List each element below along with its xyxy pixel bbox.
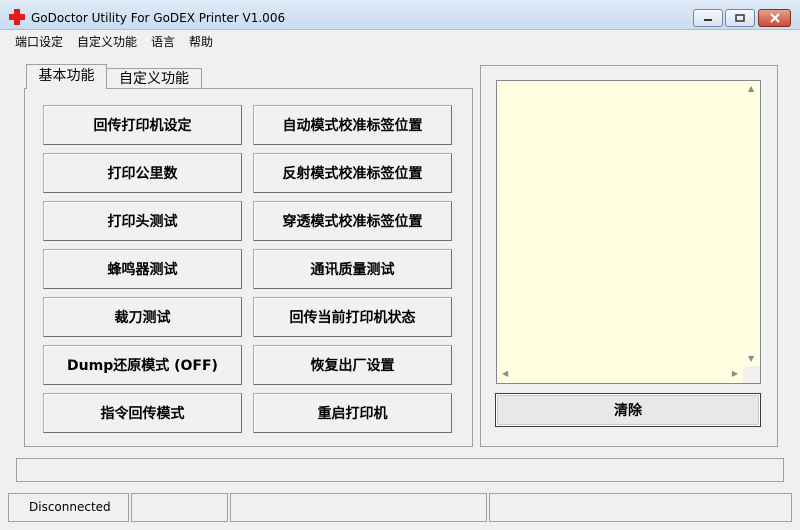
- title-bar: GoDoctor Utility For GoDEX Printer V1.00…: [0, 0, 800, 30]
- scroll-up-icon[interactable]: ▲: [748, 84, 754, 93]
- status-cell-4: [489, 493, 792, 522]
- printhead-test-button[interactable]: 打印头测试: [43, 201, 242, 241]
- command-echo-mode-button[interactable]: 指令回传模式: [43, 393, 242, 433]
- close-button[interactable]: [758, 9, 791, 27]
- minimize-button[interactable]: [693, 9, 723, 27]
- menu-port-settings[interactable]: 端口设定: [15, 33, 63, 50]
- auto-calibrate-button[interactable]: 自动模式校准标签位置: [253, 105, 452, 145]
- status-cell-2: [131, 493, 228, 522]
- buzzer-test-button[interactable]: 蜂鸣器测试: [43, 249, 242, 289]
- factory-reset-button[interactable]: 恢复出厂设置: [253, 345, 452, 385]
- scrollbar-corner: [743, 366, 760, 383]
- minimize-icon: [704, 19, 712, 21]
- scroll-left-icon[interactable]: ◀: [502, 369, 508, 378]
- vertical-scrollbar[interactable]: ▲ ▼: [743, 81, 760, 366]
- red-cross-icon: [9, 9, 25, 25]
- log-output[interactable]: ▲ ▼ ◀ ▶: [496, 80, 761, 384]
- restart-printer-button[interactable]: 重启打印机: [253, 393, 452, 433]
- cutter-test-button[interactable]: 裁刀测试: [43, 297, 242, 337]
- menu-custom-functions[interactable]: 自定义功能: [77, 33, 137, 50]
- window-title: GoDoctor Utility For GoDEX Printer V1.00…: [31, 11, 286, 25]
- clear-button[interactable]: 清除: [495, 393, 761, 427]
- tab-custom-functions[interactable]: 自定义功能: [106, 68, 202, 90]
- dump-mode-button[interactable]: Dump还原模式 (OFF): [43, 345, 242, 385]
- menu-help[interactable]: 帮助: [189, 33, 213, 50]
- maximize-icon: [735, 14, 745, 22]
- printer-status-button[interactable]: 回传当前打印机状态: [253, 297, 452, 337]
- menu-language[interactable]: 语言: [151, 33, 175, 50]
- read-printer-settings-button[interactable]: 回传打印机设定: [43, 105, 242, 145]
- info-bar: [16, 458, 784, 482]
- tab-basic-functions[interactable]: 基本功能: [26, 64, 107, 89]
- transmissive-calibrate-button[interactable]: 穿透模式校准标签位置: [253, 201, 452, 241]
- maximize-button[interactable]: [725, 9, 755, 27]
- scroll-down-icon[interactable]: ▼: [748, 354, 754, 363]
- status-bar: Disconnected: [0, 493, 800, 530]
- reflective-calibrate-button[interactable]: 反射模式校准标签位置: [253, 153, 452, 193]
- scroll-right-icon[interactable]: ▶: [732, 369, 738, 378]
- status-cell-3: [230, 493, 487, 522]
- communication-test-button[interactable]: 通讯质量测试: [253, 249, 452, 289]
- horizontal-scrollbar[interactable]: ◀ ▶: [497, 366, 743, 383]
- print-mileage-button[interactable]: 打印公里数: [43, 153, 242, 193]
- close-icon: [769, 13, 780, 23]
- connection-status: Disconnected: [8, 493, 129, 522]
- menu-bar: 端口设定 自定义功能 语言 帮助: [0, 30, 800, 49]
